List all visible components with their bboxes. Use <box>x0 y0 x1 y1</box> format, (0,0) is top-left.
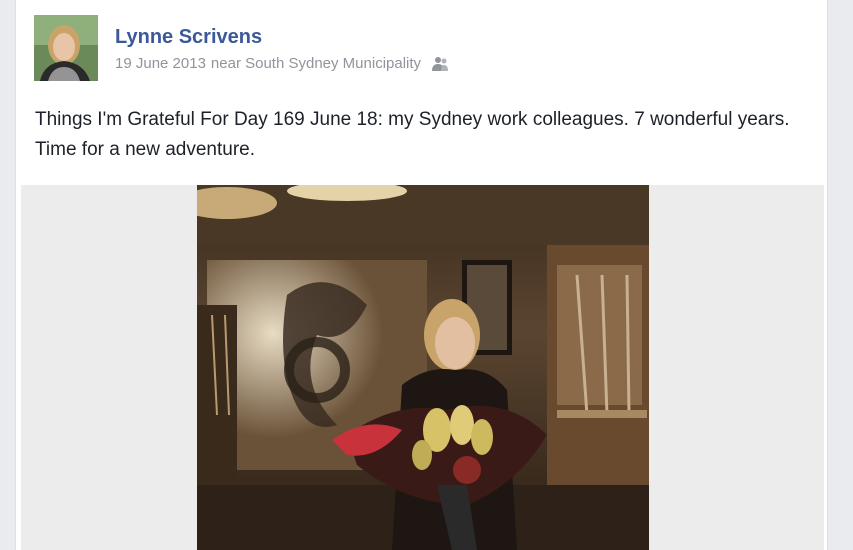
friends-icon[interactable] <box>431 56 449 72</box>
avatar-image <box>34 15 98 81</box>
photo-container <box>21 185 824 550</box>
post-header: Lynne Scrivens 19 June 2013 near South S… <box>34 15 794 81</box>
author-avatar[interactable] <box>34 15 98 81</box>
photo-image <box>197 185 649 550</box>
post-location[interactable]: near South Sydney Municipality <box>211 55 421 72</box>
post-timestamp[interactable]: 19 June 2013 <box>115 55 206 72</box>
post-card: Lynne Scrivens 19 June 2013 near South S… <box>15 0 828 550</box>
post-meta: 19 June 2013 near South Sydney Municipal… <box>115 55 449 72</box>
post-text: Things I'm Grateful For Day 169 June 18:… <box>35 109 790 160</box>
post-photo[interactable] <box>197 185 649 550</box>
author-name[interactable]: Lynne Scrivens <box>115 26 262 49</box>
page: Lynne Scrivens 19 June 2013 near South S… <box>0 0 853 550</box>
